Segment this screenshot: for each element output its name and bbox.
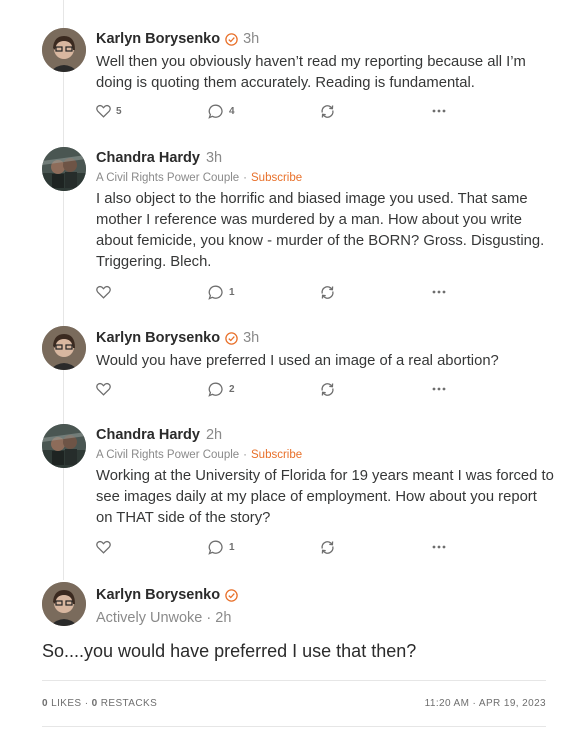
divider: [42, 726, 546, 727]
reply-button[interactable]: 1: [208, 285, 235, 300]
avatar[interactable]: [42, 147, 86, 191]
publication-line: A Civil Rights Power Couple · Subscribe: [96, 172, 556, 187]
restack-button[interactable]: [320, 104, 335, 119]
publication-name[interactable]: Actively Unwoke: [96, 610, 202, 626]
reply-button[interactable]: 2: [208, 382, 235, 397]
more-icon: [432, 387, 446, 391]
restack-icon: [320, 285, 335, 300]
timestamp[interactable]: 2h: [206, 427, 222, 443]
timestamp[interactable]: 3h: [206, 150, 222, 166]
comment-actions: 1: [96, 538, 456, 556]
avatar[interactable]: [42, 326, 86, 370]
author-name[interactable]: Chandra Hardy: [96, 150, 200, 166]
comment-icon: [208, 382, 224, 397]
timestamp[interactable]: 2h: [215, 610, 231, 626]
post-datetime: 11:20 AM · APR 19, 2023: [425, 698, 546, 712]
comment-text: Working at the University of Florida for…: [96, 468, 554, 526]
reply-count: 1: [229, 286, 235, 298]
reply-count: 1: [229, 541, 235, 553]
like-button[interactable]: [96, 540, 116, 554]
engagement-stats: 0 LIKES · 0 RESTACKS: [42, 698, 157, 712]
heart-icon: [96, 382, 111, 396]
thread-line: [63, 0, 64, 580]
comment-icon: [208, 285, 224, 300]
more-button[interactable]: [432, 545, 446, 549]
reply-button[interactable]: 1: [208, 540, 235, 555]
more-icon: [432, 109, 446, 113]
like-button[interactable]: [96, 285, 116, 299]
verified-check-icon: [225, 332, 238, 345]
separator: ·: [472, 698, 477, 709]
separator: ·: [84, 698, 89, 709]
comment-icon: [208, 104, 224, 119]
more-button[interactable]: [432, 290, 446, 294]
restack-icon: [320, 104, 335, 119]
avatar[interactable]: [42, 424, 86, 468]
comment-icon: [208, 540, 224, 555]
comment-stats-footer: 0 LIKES · 0 RESTACKS 11:20 AM · APR 19, …: [42, 698, 546, 712]
more-icon: [432, 545, 446, 549]
verified-check-icon: [225, 33, 238, 46]
comment-text: I also object to the horrific and biased…: [96, 191, 545, 270]
avatar[interactable]: [42, 28, 86, 72]
subscribe-link[interactable]: Subscribe: [251, 449, 302, 461]
focused-comment-header: Karlyn Borysenko Actively Unwoke · 2h: [96, 584, 238, 626]
reply-count: 4: [229, 105, 235, 117]
author-name[interactable]: Karlyn Borysenko: [96, 587, 220, 603]
post-date: APR 19, 2023: [478, 698, 546, 709]
publication-name[interactable]: A Civil Rights Power Couple: [96, 449, 239, 461]
more-button[interactable]: [432, 387, 446, 391]
restack-icon: [320, 382, 335, 397]
restack-button[interactable]: [320, 540, 335, 555]
restacks-label[interactable]: RESTACKS: [101, 698, 157, 709]
timestamp[interactable]: 3h: [243, 31, 259, 47]
post-time: 11:20 AM: [424, 698, 470, 709]
more-icon: [432, 290, 446, 294]
separator: ·: [243, 172, 248, 184]
subscribe-link[interactable]: Subscribe: [251, 172, 302, 184]
comment-actions: 2: [96, 380, 456, 398]
likes-count: 0: [42, 698, 48, 709]
author-name[interactable]: Karlyn Borysenko: [96, 330, 220, 346]
heart-icon: [96, 104, 111, 118]
avatar[interactable]: [42, 582, 86, 626]
separator: ·: [206, 610, 212, 626]
heart-icon: [96, 285, 111, 299]
comment-text: Well then you obviously haven’t read my …: [96, 54, 526, 91]
divider: [42, 680, 546, 681]
more-button[interactable]: [432, 109, 446, 113]
reply-button[interactable]: 4: [208, 104, 235, 119]
restack-icon: [320, 540, 335, 555]
author-name[interactable]: Karlyn Borysenko: [96, 31, 220, 47]
focused-comment-text: So....you would have preferred I use tha…: [42, 641, 417, 661]
comment-text: Would you have preferred I used an image…: [96, 353, 499, 369]
restack-button[interactable]: [320, 382, 335, 397]
restacks-count: 0: [91, 698, 98, 709]
comment-actions: 1: [96, 283, 456, 301]
publication-name[interactable]: A Civil Rights Power Couple: [96, 172, 239, 184]
publication-line: Actively Unwoke · 2h: [96, 610, 237, 626]
likes-label[interactable]: LIKES: [51, 698, 81, 709]
reply-count: 2: [229, 383, 235, 395]
restack-button[interactable]: [320, 285, 335, 300]
like-button[interactable]: 5: [96, 104, 122, 118]
heart-icon: [96, 540, 111, 554]
author-name[interactable]: Chandra Hardy: [96, 427, 200, 443]
like-button[interactable]: [96, 382, 116, 396]
like-count: 5: [116, 105, 122, 117]
comment-actions: 5 4: [96, 102, 456, 120]
timestamp[interactable]: 3h: [243, 330, 259, 346]
separator: ·: [243, 449, 248, 461]
verified-check-icon: [225, 589, 238, 602]
publication-line: A Civil Rights Power Couple · Subscribe: [96, 449, 556, 464]
